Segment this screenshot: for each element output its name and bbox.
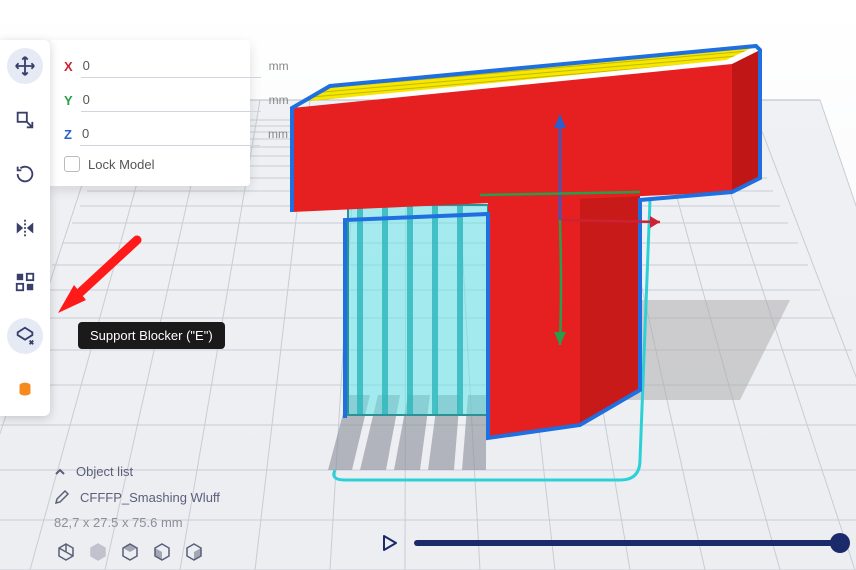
lock-model-row[interactable]: Lock Model [64, 156, 236, 172]
chevron-up-icon [54, 466, 66, 478]
object-name: CFFFP_Smashing Wluff [80, 490, 220, 505]
unit-label: mm [268, 127, 288, 141]
position-x-input[interactable] [81, 54, 261, 78]
view-orientation-buttons [54, 540, 220, 564]
view-right-button[interactable] [182, 540, 206, 564]
object-list-panel: Object list CFFFP_Smashing Wluff 82,7 x … [54, 464, 220, 564]
lock-model-label: Lock Model [88, 157, 154, 172]
axis-label-y: Y [64, 93, 73, 108]
scale-tool[interactable] [7, 102, 43, 138]
layer-slider-track[interactable] [414, 540, 840, 546]
object-dimensions: 82,7 x 27.5 x 75.6 mm [54, 515, 183, 530]
position-z-input[interactable] [80, 122, 260, 146]
axis-label-z: Z [64, 127, 72, 142]
view-iso-button[interactable] [54, 540, 78, 564]
custom-supports-tool[interactable] [7, 372, 43, 408]
object-list-title: Object list [76, 464, 133, 479]
unit-label: mm [269, 93, 289, 107]
object-list-item[interactable]: CFFFP_Smashing Wluff [54, 489, 220, 505]
view-left-button[interactable] [150, 540, 174, 564]
view-front-button[interactable] [86, 540, 110, 564]
view-top-button[interactable] [118, 540, 142, 564]
left-toolbar [0, 40, 50, 416]
mirror-tool[interactable] [7, 210, 43, 246]
axis-label-x: X [64, 59, 73, 74]
transform-panel: X mm Y mm Z mm Lock Model [50, 40, 250, 186]
pencil-icon [54, 489, 70, 505]
layer-slider-handle[interactable] [830, 533, 850, 553]
lock-model-checkbox[interactable] [64, 156, 80, 172]
tooltip: Support Blocker ("E") [78, 322, 225, 349]
layer-slider [380, 534, 840, 552]
per-model-settings-tool[interactable] [7, 264, 43, 300]
support-blocker-tool[interactable] [7, 318, 43, 354]
rotate-tool[interactable] [7, 156, 43, 192]
object-list-header[interactable]: Object list [54, 464, 220, 479]
move-tool[interactable] [7, 48, 43, 84]
unit-label: mm [269, 59, 289, 73]
position-y-input[interactable] [81, 88, 261, 112]
play-icon[interactable] [380, 534, 398, 552]
